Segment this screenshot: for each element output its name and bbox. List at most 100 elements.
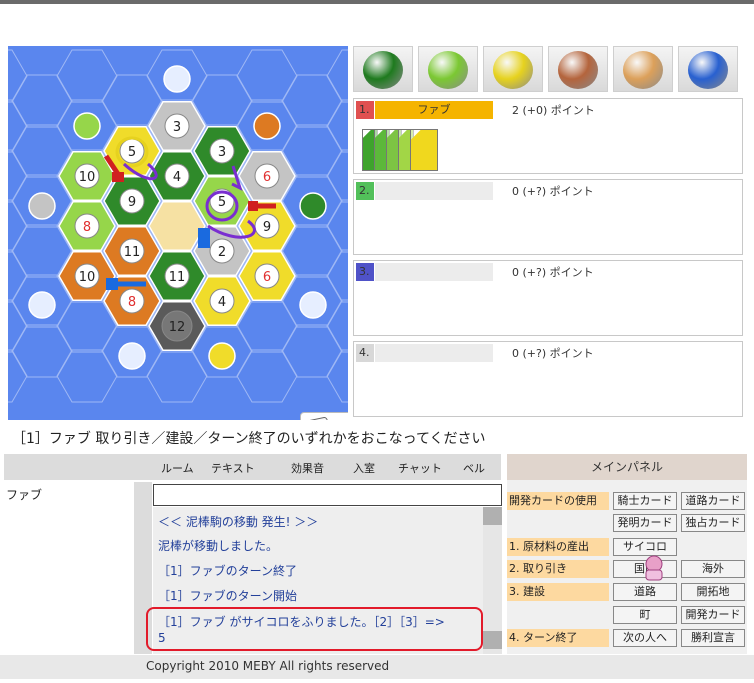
cursor-character-icon	[645, 555, 663, 581]
hex-map[interactable]: 3 5 3 10 4 6 9 5 8 9 11 2 10 11 6 8 4 12	[8, 46, 348, 420]
player-points: 0 (+?) ポイント	[512, 266, 594, 279]
harbor-icon	[28, 291, 56, 319]
sea-hex	[8, 299, 28, 353]
scroll-thumb[interactable]	[483, 631, 502, 649]
development-card[interactable]	[410, 129, 438, 171]
resource-water	[678, 46, 738, 92]
player-number: 1.	[356, 101, 374, 119]
sea-hex	[11, 74, 73, 128]
number-token-label: 11	[124, 245, 141, 260]
harbor-icon	[299, 192, 327, 220]
tab-enter[interactable]: 入室	[353, 460, 375, 476]
resource-brick	[548, 46, 608, 92]
harbor-icon	[299, 291, 327, 319]
red-settlement-icon	[248, 201, 258, 211]
build-city-button[interactable]: 町	[613, 606, 677, 624]
copyright-text: Copyright 2010 MEBY All rights reserved	[146, 659, 390, 673]
number-token-label: 3	[173, 120, 181, 135]
sea-hex	[236, 349, 298, 403]
number-token-label: 11	[169, 270, 186, 285]
tab-room[interactable]: ルーム	[161, 460, 194, 476]
blue-settlement-icon	[106, 278, 118, 290]
label-step-trade: 2. 取り引き	[507, 560, 609, 578]
sea-hex	[146, 349, 208, 403]
harbor-icon	[208, 342, 236, 370]
chat-input[interactable]	[153, 484, 502, 506]
sea-hex	[8, 149, 28, 203]
log-line: 泥棒が移動しました。	[158, 539, 279, 553]
sheep-resource-icon	[428, 51, 468, 89]
number-token-label: 2	[218, 245, 226, 260]
harbor-icon	[28, 192, 56, 220]
number-token-label: 6	[263, 270, 271, 285]
number-token-label: 10	[79, 170, 96, 185]
log-scrollbar[interactable]	[483, 507, 502, 654]
build-road-button[interactable]: 道路	[613, 583, 677, 601]
label-step-end: 4. ターン終了	[507, 629, 609, 647]
sea-hex	[236, 49, 298, 103]
player-name	[375, 182, 493, 200]
next-player-button[interactable]: 次の人へ	[613, 629, 677, 647]
invention-card-button[interactable]: 発明カード	[613, 514, 677, 532]
buy-dev-card-button[interactable]: 開発カード	[681, 606, 745, 624]
water-resource-icon	[688, 51, 728, 89]
tab-bell[interactable]: ベル	[463, 460, 485, 476]
number-token-label: 5	[128, 145, 136, 160]
log-line: ＜＜ 泥棒駒の移動 発生! ＞＞	[158, 515, 319, 529]
tab-sound[interactable]: 効果音	[291, 460, 324, 476]
player-slot-2: 2. 0 (+?) ポイント	[353, 179, 743, 255]
sea-hex	[8, 49, 28, 103]
sea-hex	[8, 349, 28, 403]
harbor-icon	[73, 112, 101, 140]
tab-text[interactable]: テキスト	[211, 460, 255, 476]
harbor-icon	[253, 112, 281, 140]
knight-card-button[interactable]: 騎士カード	[613, 492, 677, 510]
user-list: ファブ	[4, 482, 134, 654]
harbor-icon	[118, 342, 146, 370]
resource-wheat	[483, 46, 543, 92]
main-panel: メインパネル 開発カードの使用 騎士カード 道路カード 発明カード 独占カード …	[507, 454, 747, 654]
wheat-resource-icon	[493, 51, 533, 89]
resource-wood	[353, 46, 413, 92]
number-token-label: 6	[263, 170, 271, 185]
sea-hex	[11, 324, 73, 378]
sea-hex	[281, 324, 343, 378]
user-list-item[interactable]: ファブ	[6, 486, 42, 503]
player-points: 0 (+?) ポイント	[512, 185, 594, 198]
chat-tab-bar: ルーム テキスト 効果音 入室 チャット ベル	[4, 454, 501, 480]
road-card-button[interactable]: 道路カード	[681, 492, 745, 510]
label-step-build: 3. 建設	[507, 583, 609, 601]
scroll-up-button[interactable]	[483, 507, 502, 525]
number-token-label: 8	[83, 220, 91, 235]
player-slot-1: 1. ファブ 2 (+0) ポイント	[353, 98, 743, 174]
monopoly-card-button[interactable]: 独占カード	[681, 514, 745, 532]
label-dev-card-use: 開発カードの使用	[507, 492, 609, 510]
brick-resource-icon	[558, 51, 598, 89]
footer: Copyright 2010 MEBY All rights reserved	[0, 655, 754, 679]
build-settlement-button[interactable]: 開拓地	[681, 583, 745, 601]
resource-ore	[613, 46, 673, 92]
number-token-label: 4	[173, 170, 181, 185]
number-token-label: 12	[169, 320, 186, 335]
player-number: 4.	[356, 344, 374, 362]
dice-icon[interactable]	[300, 412, 348, 420]
player-points: 0 (+?) ポイント	[512, 347, 594, 360]
highlight-annotation	[146, 607, 483, 651]
wood-resource-icon	[363, 51, 403, 89]
player-name: ファブ	[375, 101, 493, 119]
tab-chat[interactable]: チャット	[398, 460, 442, 476]
sea-hex	[56, 349, 118, 403]
ore-resource-icon	[623, 51, 663, 89]
sea-hex	[281, 74, 343, 128]
red-settlement-icon	[112, 172, 124, 182]
log-line: ［1］ファブのターン終了	[158, 564, 298, 578]
sea-hex	[56, 49, 118, 103]
declare-victory-button[interactable]: 勝利宣言	[681, 629, 745, 647]
player-number: 3.	[356, 263, 374, 281]
overseas-trade-button[interactable]: 海外	[681, 560, 745, 578]
game-board[interactable]: 3 5 3 10 4 6 9 5 8 9 11 2 10 11 6 8 4 12	[8, 46, 348, 420]
number-token-label: 5	[218, 195, 226, 210]
number-token-label: 4	[218, 295, 226, 310]
player-points: 2 (+0) ポイント	[512, 104, 595, 117]
player-slot-4: 4. 0 (+?) ポイント	[353, 341, 743, 417]
